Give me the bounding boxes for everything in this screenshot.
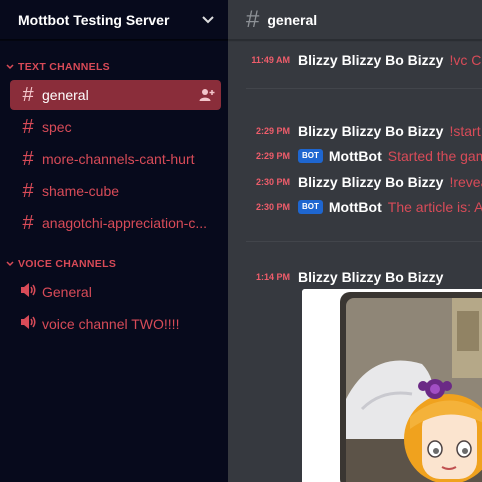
hashtag-icon: # <box>246 5 260 33</box>
hashtag-icon: # <box>22 180 34 202</box>
category-label: VOICE CHANNELS <box>18 258 117 270</box>
hashtag-icon: # <box>22 148 34 170</box>
speaker-icon <box>18 282 38 302</box>
message-text: !reveal <box>449 174 482 190</box>
channel-label: voice channel TWO!!!! <box>42 316 180 332</box>
voice-channel-general[interactable]: General <box>10 277 221 307</box>
channel-label: general <box>42 87 89 103</box>
message[interactable]: 2:29 PM Blizzy Blizzy Bo Bizzy !start tr… <box>228 121 482 141</box>
channel-title: general <box>267 11 318 28</box>
message-timestamp: 2:30 PM <box>255 177 290 187</box>
hashtag-icon: # <box>22 84 34 106</box>
bot-badge: BOT <box>298 200 323 214</box>
server-header[interactable]: Mottbot Testing Server <box>0 0 228 40</box>
message[interactable]: 2:30 PM BOT MottBot The article is: A <box>228 197 482 217</box>
message-divider <box>246 241 482 242</box>
bot-badge: BOT <box>298 149 323 163</box>
message-author[interactable]: MottBot <box>329 148 382 164</box>
message[interactable]: 11:49 AM Blizzy Blizzy Bo Bizzy !vc Ches… <box>228 50 482 70</box>
message-text: Started the game <box>387 148 482 164</box>
message-author[interactable]: Blizzy Blizzy Bo Bizzy <box>298 174 443 190</box>
message-author[interactable]: Blizzy Blizzy Bo Bizzy <box>298 52 443 68</box>
speaker-icon <box>18 314 38 334</box>
hashtag-icon: # <box>22 212 34 234</box>
message-text: The article is: A <box>387 199 482 215</box>
add-member-icon[interactable] <box>199 87 215 106</box>
message[interactable]: 2:29 PM BOT MottBot Started the game <box>228 146 482 166</box>
message-author[interactable]: MottBot <box>329 199 382 215</box>
channel-label: more-channels-cant-hurt <box>42 151 195 167</box>
message-timestamp: 1:14 PM <box>255 272 290 282</box>
message-timestamp: 2:29 PM <box>255 126 290 136</box>
message-timestamp: 2:29 PM <box>255 151 290 161</box>
channel-label: anagotchi-appreciation-c... <box>42 215 207 231</box>
channel-label: spec <box>42 119 72 135</box>
message-text: !start trivia <box>449 123 482 139</box>
channel-label: shame-cube <box>42 183 120 199</box>
channel-sidebar: Mottbot Testing Server TEXT CHANNELS # g… <box>0 0 228 482</box>
message[interactable]: 1:14 PM Blizzy Blizzy Bo Bizzy <box>228 267 449 287</box>
chat-area: # general 11:49 AM Blizzy Blizzy Bo Bizz… <box>228 0 482 482</box>
category-voice-channels[interactable]: VOICE CHANNELS <box>0 258 116 270</box>
message[interactable]: 2:30 PM Blizzy Blizzy Bo Bizzy !reveal <box>228 172 482 192</box>
chevron-down-icon <box>6 258 14 270</box>
category-label: TEXT CHANNELS <box>18 61 110 73</box>
channel-item-anagotchi-appreciation[interactable]: # anagotchi-appreciation-c... <box>10 208 221 238</box>
message-timestamp: 11:49 AM <box>251 55 290 65</box>
attachment-image <box>302 289 482 482</box>
hashtag-icon: # <box>22 116 34 138</box>
chevron-down-icon[interactable] <box>202 11 214 29</box>
channel-label: General <box>42 284 92 300</box>
channel-header: # general <box>228 0 482 40</box>
message-author[interactable]: Blizzy Blizzy Bo Bizzy <box>298 269 443 285</box>
chevron-down-icon <box>6 61 14 73</box>
message-author[interactable]: Blizzy Blizzy Bo Bizzy <box>298 123 443 139</box>
message-text: !vc Chess <box>449 52 482 68</box>
channel-item-general[interactable]: # general <box>10 80 221 110</box>
image-attachment[interactable] <box>302 289 482 482</box>
server-name: Mottbot Testing Server <box>18 11 170 28</box>
category-text-channels[interactable]: TEXT CHANNELS <box>0 61 110 73</box>
voice-channel-two[interactable]: voice channel TWO!!!! <box>10 309 221 339</box>
channel-item-more-channels-cant-hurt[interactable]: # more-channels-cant-hurt <box>10 144 221 174</box>
message-timestamp: 2:30 PM <box>255 202 290 212</box>
channel-item-shame-cube[interactable]: # shame-cube <box>10 176 221 206</box>
channel-item-spec[interactable]: # spec <box>10 112 221 142</box>
message-divider <box>246 88 482 89</box>
